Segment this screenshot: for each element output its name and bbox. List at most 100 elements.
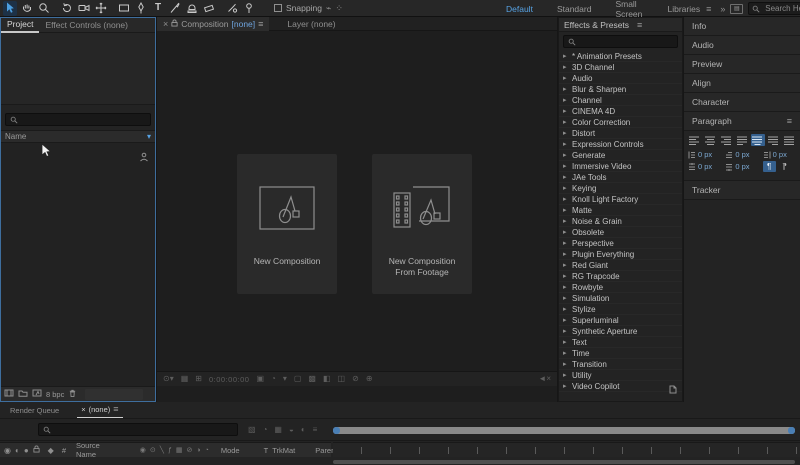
timeline-search-field[interactable]	[38, 423, 238, 436]
speaker-icon[interactable]: ◄×	[538, 375, 551, 383]
expand-arrow-icon[interactable]: ▸	[563, 327, 569, 335]
panel-menu-icon[interactable]: ≡	[637, 20, 642, 30]
panel-tab[interactable]: Project	[1, 18, 39, 33]
effects-category-row[interactable]: ▸ Text	[559, 337, 682, 348]
effects-presets-header[interactable]: Effects & Presets ≡	[559, 18, 682, 32]
workspace-tab[interactable]: Small Screen	[603, 0, 655, 19]
project-bit-depth[interactable]: 8 bpc	[46, 390, 64, 399]
expand-arrow-icon[interactable]: ▸	[563, 151, 569, 159]
effects-category-row[interactable]: ▸ Rowbyte	[559, 282, 682, 293]
right-to-left-direction-button[interactable]: ¶	[778, 161, 791, 172]
expand-arrow-icon[interactable]: ▸	[563, 107, 569, 115]
effects-category-row[interactable]: ▸ Immersive Video	[559, 161, 682, 172]
camera-tool-icon[interactable]	[77, 1, 91, 16]
expand-arrow-icon[interactable]: ▸	[563, 74, 569, 82]
paragraph-panel-header[interactable]: Paragraph ≡	[684, 112, 800, 131]
zoom-tool-icon[interactable]	[37, 1, 51, 16]
effects-category-row[interactable]: ▸ Plugin Everything	[559, 249, 682, 260]
justify-last-center-button[interactable]	[751, 134, 765, 146]
workspace-tab[interactable]: Libraries	[656, 4, 713, 14]
workspace-overflow-icon[interactable]: »	[720, 4, 725, 14]
work-area-start-handle[interactable]	[333, 427, 340, 434]
choose-grid-icon[interactable]: ▦	[181, 375, 189, 383]
effects-category-row[interactable]: ▸ Transition	[559, 359, 682, 370]
pixel-aspect-icon[interactable]: ⊘	[352, 375, 359, 383]
expand-arrow-icon[interactable]: ▸	[563, 162, 569, 170]
effects-category-row[interactable]: ▸ Knoll Light Factory	[559, 194, 682, 205]
help-search-field[interactable]	[748, 2, 800, 15]
space-after-field[interactable]: 0 px	[725, 161, 758, 172]
effects-category-row[interactable]: ▸ Channel	[559, 95, 682, 106]
close-icon[interactable]: ×	[163, 19, 168, 29]
region-of-interest-icon[interactable]: ▢	[294, 375, 302, 383]
audio-column-icon[interactable]: ◐	[15, 446, 20, 455]
quality-switch-icon[interactable]: ╲	[160, 446, 164, 454]
view-layout-icon[interactable]: ◫	[338, 375, 346, 383]
panel-tab[interactable]: Effect Controls (none)	[39, 18, 134, 33]
show-channels-icon[interactable]: ◔	[271, 375, 276, 383]
expand-arrow-icon[interactable]: ▸	[563, 250, 569, 258]
effects-switch-icon[interactable]: ƒ	[168, 447, 172, 454]
expand-arrow-icon[interactable]: ▸	[563, 283, 569, 291]
workspace-bar-toggle-icon[interactable]: ▤	[730, 4, 743, 14]
lock-icon[interactable]	[171, 19, 178, 29]
effects-search-field[interactable]	[563, 35, 678, 48]
rectangle-tool-icon[interactable]	[117, 1, 131, 16]
effects-category-row[interactable]: ▸ Keying	[559, 183, 682, 194]
timeline-comp-tab[interactable]: × (none) ≡	[77, 404, 122, 418]
magnification-dropdown-icon[interactable]: ⊙▾	[163, 375, 174, 383]
timeline-horizontal-scrollbar[interactable]	[333, 460, 795, 464]
video-column-icon[interactable]: ◉	[4, 446, 11, 455]
indent-right-field[interactable]: 0 px	[763, 150, 796, 159]
source-name-column-header[interactable]: Source Name	[76, 441, 100, 459]
selection-tool-icon[interactable]	[3, 1, 17, 16]
project-name-column-header[interactable]: Name ▾	[1, 130, 155, 143]
expand-arrow-icon[interactable]: ▸	[563, 195, 569, 203]
work-area-bar[interactable]	[333, 427, 795, 434]
fast-previews-icon[interactable]: ⊕	[366, 375, 373, 383]
effects-category-row[interactable]: ▸ Distort	[559, 128, 682, 139]
close-icon[interactable]: ×	[81, 405, 85, 414]
resolution-dropdown-icon[interactable]: ▾	[283, 375, 287, 383]
expand-arrow-icon[interactable]: ▸	[563, 206, 569, 214]
mask-visibility-icon[interactable]: ⊞	[195, 375, 202, 383]
align-center-button[interactable]	[704, 134, 718, 146]
frame-blending-icon[interactable]: ◒	[289, 426, 294, 434]
expand-arrow-icon[interactable]: ▸	[563, 52, 569, 60]
tracker-panel-header[interactable]: Tracker	[684, 181, 800, 200]
render-queue-tab[interactable]: Render Queue	[10, 406, 59, 418]
left-to-right-direction-button[interactable]: ¶	[763, 161, 776, 172]
panel-menu-icon[interactable]: ≡	[258, 19, 263, 29]
help-search-input[interactable]	[763, 3, 800, 14]
expand-arrow-icon[interactable]: ▸	[563, 316, 569, 324]
justify-all-button[interactable]	[782, 134, 796, 146]
space-before-field[interactable]: 0 px	[688, 161, 721, 172]
composition-tab[interactable]: × Composition [none] ≡	[157, 17, 269, 31]
team-project-icon[interactable]	[139, 149, 149, 167]
lock-column-icon[interactable]	[33, 445, 40, 455]
snapping-control[interactable]: Snapping ⌁ ⁘	[274, 3, 343, 14]
effects-category-row[interactable]: ▸ Audio	[559, 73, 682, 84]
indent-left-field[interactable]: 0 px	[688, 150, 721, 159]
effects-category-row[interactable]: ▸ Synthetic Aperture	[559, 326, 682, 337]
effects-category-row[interactable]: ▸ Expression Controls	[559, 139, 682, 150]
camera-view-icon[interactable]: ◧	[323, 375, 331, 383]
workspace-tab[interactable]: Default	[494, 4, 545, 14]
expand-arrow-icon[interactable]: ▸	[563, 382, 569, 390]
roto-brush-tool-icon[interactable]	[225, 1, 239, 16]
eraser-tool-icon[interactable]	[202, 1, 216, 16]
pen-tool-icon[interactable]	[134, 1, 148, 16]
collapsed-panel-header[interactable]: Character	[684, 93, 800, 112]
effects-category-row[interactable]: ▸ Blur & Sharpen	[559, 84, 682, 95]
effects-category-row[interactable]: ▸ JAe Tools	[559, 172, 682, 183]
draft-3d-icon[interactable]: ◔	[263, 426, 268, 434]
expand-arrow-icon[interactable]: ▸	[563, 294, 569, 302]
expand-arrow-icon[interactable]: ▸	[563, 360, 569, 368]
new-composition-button[interactable]: New Composition	[237, 154, 337, 294]
expand-arrow-icon[interactable]: ▸	[563, 96, 569, 104]
pan-behind-tool-icon[interactable]	[94, 1, 108, 16]
clone-stamp-tool-icon[interactable]	[185, 1, 199, 16]
snap-option-2-icon[interactable]: ⁘	[335, 3, 343, 14]
align-left-button[interactable]	[688, 134, 702, 146]
effects-category-row[interactable]: ▸ Color Correction	[559, 117, 682, 128]
